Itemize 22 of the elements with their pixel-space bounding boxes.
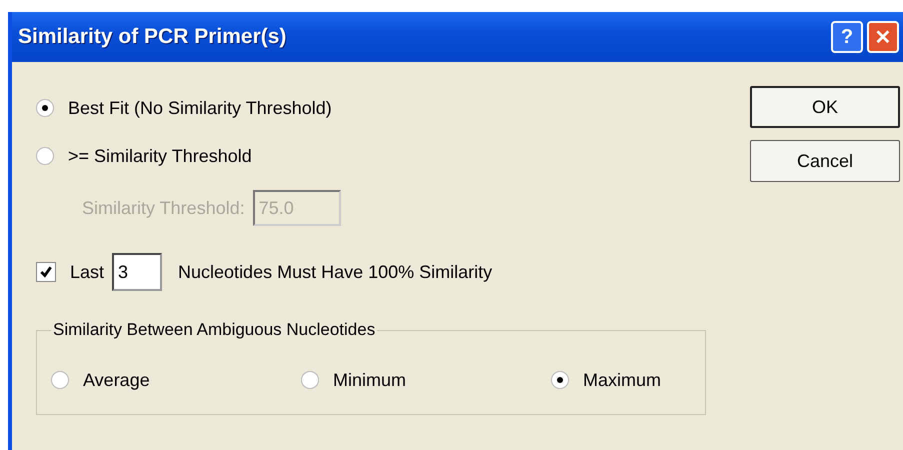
window-title: Similarity of PCR Primer(s) [18, 25, 286, 49]
radio-button[interactable] [36, 99, 54, 117]
close-button[interactable]: ✕ [867, 21, 899, 53]
radio-button[interactable] [551, 371, 569, 389]
radio-label: Average [83, 370, 150, 390]
nucleotide-count-field[interactable]: 3 [112, 253, 162, 291]
checkmark-icon [39, 265, 53, 279]
dialog-button[interactable]: OK [750, 86, 900, 128]
radio-label: Minimum [333, 370, 406, 390]
radio-label: >= Similarity Threshold [68, 146, 252, 166]
checkbox-label: Last [70, 262, 104, 282]
radio-label: Best Fit (No Similarity Threshold) [68, 98, 332, 118]
checkbox[interactable] [36, 262, 56, 282]
group-title: Similarity Between Ambiguous Nucleotides [52, 320, 376, 340]
radio-button[interactable] [36, 147, 54, 165]
help-button[interactable]: ? [831, 21, 863, 53]
nucleotides-label: Nucleotides Must Have 100% Similarity [178, 262, 492, 282]
radio-button[interactable] [51, 371, 69, 389]
threshold-label: Similarity Threshold: [82, 198, 245, 218]
radio-label: Maximum [583, 370, 662, 390]
radio-button[interactable] [301, 371, 319, 389]
dialog-button[interactable]: Cancel [750, 140, 900, 182]
